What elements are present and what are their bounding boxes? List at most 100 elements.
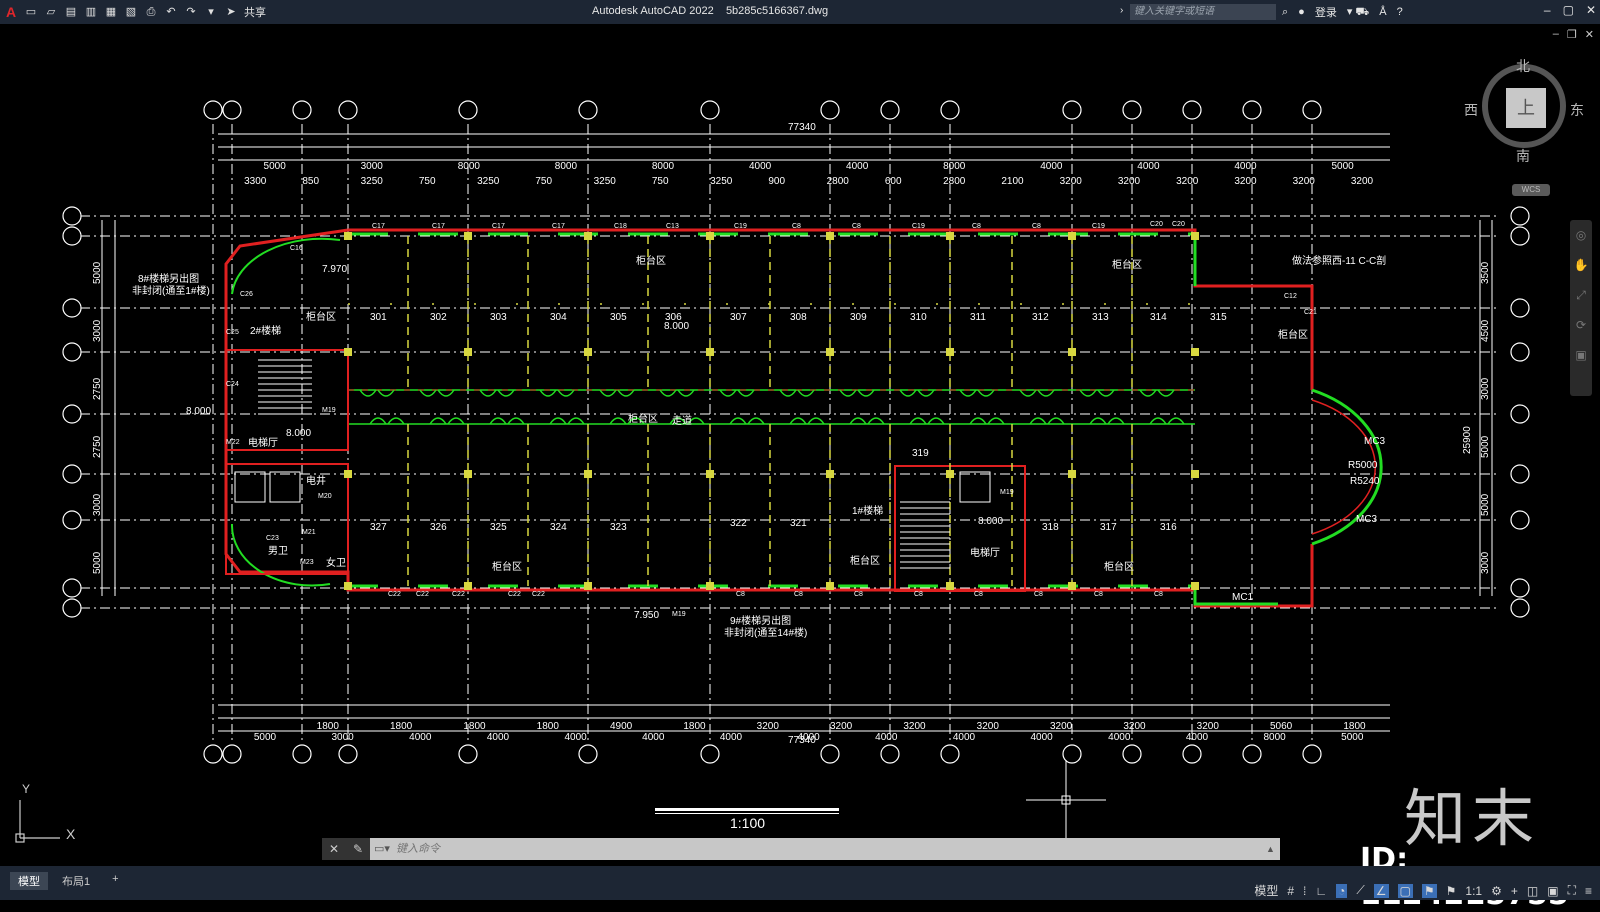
snap-icon[interactable]: ⁞ xyxy=(1303,884,1306,898)
new-file-icon[interactable]: ▭ xyxy=(24,5,38,19)
minimize-icon[interactable]: – xyxy=(1544,3,1551,17)
door-tag: C8 xyxy=(792,223,801,230)
plus-icon[interactable]: + xyxy=(1511,884,1518,898)
viewcube[interactable]: 北 南 西 东 上 WCS xyxy=(1464,56,1590,208)
annotation-scale[interactable]: 1:1 xyxy=(1465,884,1482,898)
structural-column xyxy=(464,470,472,478)
model-space-toggle[interactable]: 模型 xyxy=(1254,882,1278,899)
auto-scale-icon[interactable]: ⚑ xyxy=(1446,884,1457,898)
isodraft-icon[interactable]: ⟋ xyxy=(1356,883,1364,898)
door-tag: M21 xyxy=(302,529,316,536)
compass-west[interactable]: 西 xyxy=(1464,100,1478,120)
workspace-gear-icon[interactable]: ⚙ xyxy=(1491,884,1502,898)
compass-east[interactable]: 东 xyxy=(1570,100,1584,120)
door-tag: C17 xyxy=(552,223,565,230)
steering-wheel-icon[interactable]: ◎ xyxy=(1570,220,1592,250)
tab-model[interactable]: 模型 xyxy=(10,872,48,890)
dim-text-bottom: 4000 xyxy=(720,732,743,743)
dim-text-top-detail: 3200 xyxy=(1293,176,1316,187)
share-icon[interactable]: ➤ xyxy=(224,5,238,19)
wcs-menu[interactable]: WCS xyxy=(1512,184,1550,196)
door-tag: C8 xyxy=(914,591,923,598)
scale-label: 1:100 xyxy=(730,815,766,831)
dim-text-bottom: 4000 xyxy=(565,732,588,743)
customize-menu-icon[interactable]: ≡ xyxy=(1585,884,1592,898)
save-icon[interactable]: ▤ xyxy=(64,5,78,19)
osnap-tracking-icon[interactable]: ∠ xyxy=(1373,883,1389,898)
door-swing xyxy=(959,389,995,397)
door-tag: M23 xyxy=(300,559,314,566)
structural-column xyxy=(464,582,472,590)
command-close-icon[interactable]: ✕ xyxy=(329,842,339,856)
command-expand-icon[interactable]: ▲ xyxy=(1266,844,1280,854)
save-as-icon[interactable]: ▥ xyxy=(84,5,98,19)
level-1: 8.000 xyxy=(664,321,689,332)
scale-bar xyxy=(655,808,839,811)
search-expand-icon[interactable]: › xyxy=(1120,5,1123,16)
dim-text-top-detail: 3200 xyxy=(1351,176,1374,187)
tab-layout1[interactable]: 布局1 xyxy=(54,872,98,890)
status-bar: 模型 布局1 + 模型 # ⁞ ∟ ◔ ⟋ ∠ ▢ ⚑ ⚑ 1:1 ⚙ + ◫ … xyxy=(0,866,1600,900)
viewcube-top-face[interactable]: 上 xyxy=(1506,88,1546,128)
dim-text-bottom: 4000 xyxy=(409,732,432,743)
dim-text-bottom-detail: 1800 xyxy=(317,721,340,732)
door-swing xyxy=(1139,389,1175,397)
axis-bubble xyxy=(1510,226,1530,246)
structural-column xyxy=(946,232,954,240)
pan-icon[interactable]: ✋ xyxy=(1570,250,1592,280)
axis-bubble xyxy=(292,744,312,764)
drawing-canvas[interactable]: 77340 77340 25900 5000 3000 8000 8000 8000 40… xyxy=(0,24,1600,866)
command-input[interactable] xyxy=(394,838,1266,860)
search-input[interactable]: 键入关键字或短语 xyxy=(1130,4,1276,20)
application-menu-icon[interactable]: A xyxy=(4,5,18,19)
maximize-icon[interactable]: ▢ xyxy=(1563,3,1574,17)
undo-icon[interactable]: ↶ xyxy=(164,5,178,19)
showmotion-icon[interactable]: ▣ xyxy=(1570,340,1592,370)
axis-bubble xyxy=(1510,342,1530,362)
open-from-web-icon[interactable]: ▦ xyxy=(104,5,118,19)
ortho-icon[interactable]: ∟ xyxy=(1315,884,1327,898)
save-to-web-icon[interactable]: ▧ xyxy=(124,5,138,19)
redo-icon[interactable]: ↷ xyxy=(184,5,198,19)
hardware-icon[interactable]: ▣ xyxy=(1547,884,1558,898)
structural-column xyxy=(826,582,834,590)
user-icon[interactable]: ● xyxy=(1298,6,1305,18)
room-number: 313 xyxy=(1092,312,1109,323)
structural-column xyxy=(344,232,352,240)
search-icon[interactable]: ⌕ xyxy=(1282,6,1288,19)
command-history-icon[interactable]: ▭▾ xyxy=(370,838,394,860)
polar-icon[interactable]: ◔ xyxy=(1336,883,1348,898)
door-swing xyxy=(729,417,765,425)
close-icon[interactable]: ✕ xyxy=(1586,3,1596,17)
room-number: 327 xyxy=(370,522,387,533)
open-file-icon[interactable]: ▱ xyxy=(44,5,58,19)
customize-icon[interactable]: ▾ xyxy=(204,5,218,19)
dim-text-top-detail: 2800 xyxy=(943,176,966,187)
plot-icon[interactable]: ⎙ xyxy=(144,5,158,19)
door-tag: C17 xyxy=(432,223,445,230)
help-icon[interactable]: ? xyxy=(1397,6,1403,18)
dim-text-bottom-detail: 3200 xyxy=(977,721,1000,732)
isolate-icon[interactable]: ◫ xyxy=(1527,884,1538,898)
grid-icon[interactable]: # xyxy=(1287,884,1294,898)
a360-icon[interactable]: Å xyxy=(1379,6,1386,18)
tab-add-layout[interactable]: + xyxy=(104,872,126,890)
structural-column xyxy=(706,582,714,590)
orbit-icon[interactable]: ⟳ xyxy=(1570,310,1592,340)
fullscreen-icon[interactable]: ⛶ xyxy=(1568,883,1576,898)
zoom-extents-icon[interactable]: ⤢ xyxy=(1570,280,1592,310)
osnap-icon[interactable]: ▢ xyxy=(1397,883,1413,898)
compass-south[interactable]: 南 xyxy=(1516,146,1530,166)
share-label[interactable]: 共享 xyxy=(244,4,266,20)
door-tag: C22 xyxy=(508,591,521,598)
command-customize-icon[interactable]: ✎ xyxy=(353,842,363,856)
cart-icon[interactable]: ▾ ⛟ xyxy=(1347,5,1369,20)
door-tag: C18 xyxy=(614,223,627,230)
room-number: 302 xyxy=(430,312,447,323)
annotation-visibility-icon[interactable]: ⚑ xyxy=(1421,883,1437,898)
login-link[interactable]: 登录 xyxy=(1315,4,1337,20)
door-tag: C8 xyxy=(1032,223,1041,230)
door-tag: C20 xyxy=(1150,221,1163,228)
right-total-dim: 25900 xyxy=(1462,426,1473,454)
compass-north[interactable]: 北 xyxy=(1516,56,1530,76)
